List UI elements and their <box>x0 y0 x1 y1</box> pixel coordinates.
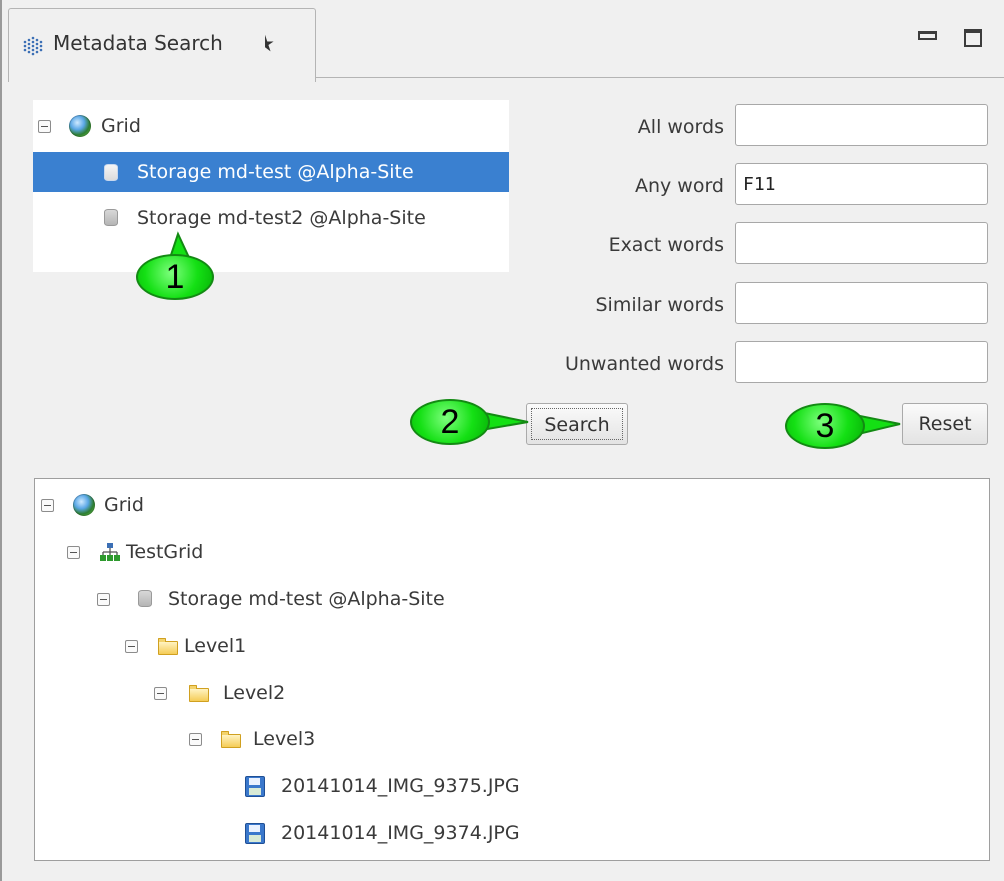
unwanted-words-input[interactable] <box>735 341 988 383</box>
tree-node-level1[interactable]: Level1 <box>35 626 989 666</box>
collapse-toggle-icon[interactable] <box>38 120 51 133</box>
grid-dots-icon <box>23 36 43 56</box>
collapse-toggle-icon[interactable] <box>41 499 54 512</box>
globe-icon <box>73 494 95 516</box>
tab-title: Metadata Search <box>53 31 223 55</box>
collapse-toggle-icon[interactable] <box>125 640 138 653</box>
any-word-input[interactable] <box>735 163 988 205</box>
tree-node-label: Level3 <box>253 728 316 750</box>
database-icon <box>104 164 118 181</box>
all-words-label: All words <box>637 116 724 138</box>
collapse-toggle-icon[interactable] <box>154 687 167 700</box>
database-icon <box>138 590 152 607</box>
file-icon <box>245 823 265 844</box>
search-results-tree: Grid TestGrid Storage md-test @Alpha-Sit… <box>34 478 990 861</box>
minimize-view-button[interactable] <box>918 31 937 40</box>
close-icon[interactable]: ⯩ <box>264 34 275 54</box>
tab-bar-divider <box>315 77 1004 78</box>
tree-node-file[interactable]: 20141014_IMG_9374.JPG <box>35 813 989 853</box>
tree-node-label: Level1 <box>184 635 247 657</box>
maximize-view-button[interactable] <box>964 29 982 47</box>
storage-selection-tree: Grid Storage md-test @Alpha-Site Storage… <box>33 100 509 272</box>
search-button-label: Search <box>531 408 623 440</box>
reset-button[interactable]: Reset <box>902 403 988 445</box>
tree-node-label: Storage md-test @Alpha-Site <box>137 161 414 183</box>
tree-node-level2[interactable]: Level2 <box>35 673 989 713</box>
search-button[interactable]: Search <box>526 403 628 445</box>
tree-node-file[interactable]: 20141014_IMG_9375.JPG <box>35 766 989 806</box>
tree-node-storage-md-test[interactable]: Storage md-test @Alpha-Site <box>33 152 509 192</box>
tree-node-grid[interactable]: Grid <box>35 485 989 525</box>
folder-icon <box>189 685 209 702</box>
tree-node-label: 20141014_IMG_9374.JPG <box>281 822 520 844</box>
file-icon <box>245 776 265 797</box>
callout-1: 1 <box>136 254 214 300</box>
tree-node-level3[interactable]: Level3 <box>35 719 989 759</box>
tree-node-storage-md-test[interactable]: Storage md-test @Alpha-Site <box>35 579 989 619</box>
tree-node-label: Level2 <box>223 682 286 704</box>
globe-icon <box>69 115 91 137</box>
collapse-toggle-icon[interactable] <box>97 593 110 606</box>
tree-node-label: 20141014_IMG_9375.JPG <box>281 775 520 797</box>
unwanted-words-label: Unwanted words <box>564 353 724 375</box>
tree-node-grid-root[interactable]: Grid <box>33 106 509 146</box>
tree-node-label: TestGrid <box>126 541 204 563</box>
view-frame-border <box>0 0 2 881</box>
tree-node-label: Grid <box>101 115 141 137</box>
folder-icon <box>221 731 241 748</box>
callout-3: 3 <box>785 403 865 449</box>
similar-words-label: Similar words <box>595 294 724 316</box>
callout-2: 2 <box>410 399 490 445</box>
collapse-toggle-icon[interactable] <box>67 546 80 559</box>
similar-words-input[interactable] <box>735 282 988 324</box>
tree-node-testgrid[interactable]: TestGrid <box>35 532 989 572</box>
all-words-input[interactable] <box>735 104 988 146</box>
network-icon <box>100 543 120 561</box>
tree-node-label: Grid <box>104 494 144 516</box>
folder-icon <box>158 638 178 655</box>
collapse-toggle-icon[interactable] <box>189 733 202 746</box>
tree-node-storage-md-test2[interactable]: Storage md-test2 @Alpha-Site <box>33 198 509 238</box>
any-word-label: Any word <box>634 175 724 197</box>
tab-metadata-search[interactable]: Metadata Search ⯩ <box>8 8 316 82</box>
tree-node-label: Storage md-test @Alpha-Site <box>168 588 445 610</box>
database-icon <box>104 209 118 226</box>
exact-words-label: Exact words <box>608 234 724 256</box>
exact-words-input[interactable] <box>735 222 988 264</box>
view-tab-bar: Metadata Search ⯩ <box>2 0 1004 82</box>
